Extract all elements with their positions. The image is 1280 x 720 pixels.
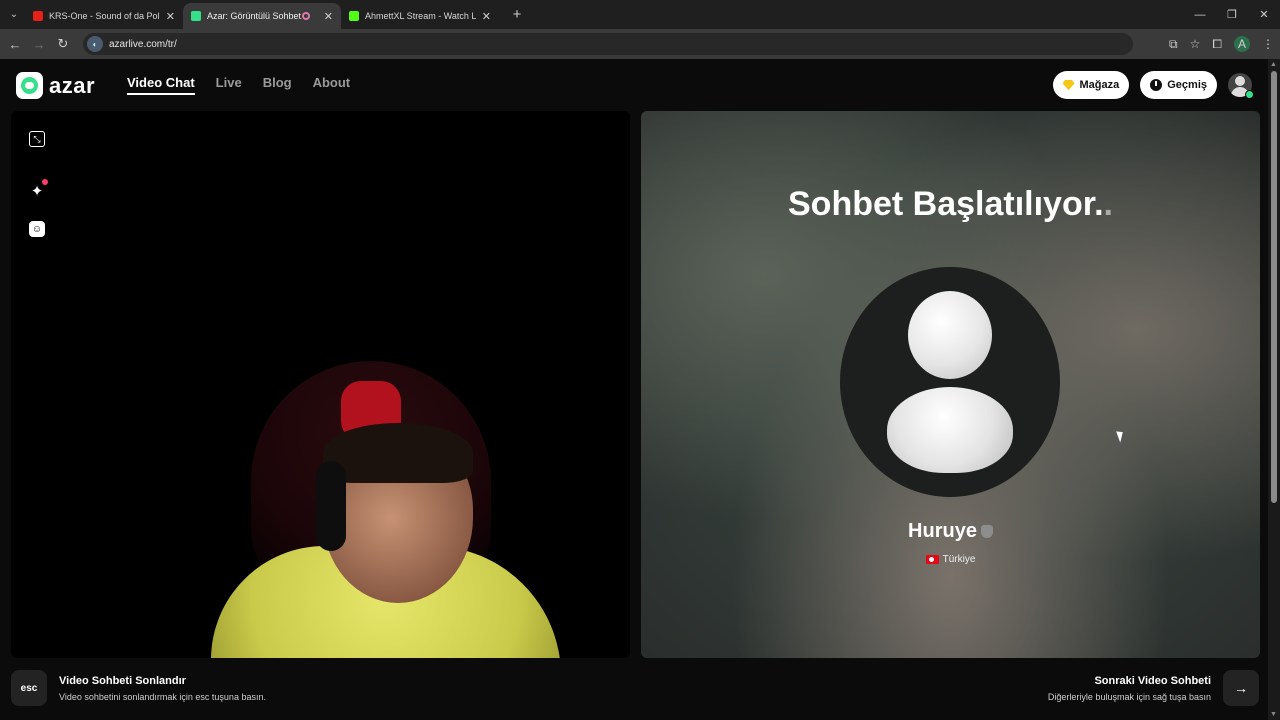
remote-avatar-placeholder-icon [840, 267, 1060, 497]
tab-close-icon[interactable]: ✕ [166, 10, 175, 23]
connection-status: Sohbet Başlatılıyor.. [788, 185, 1113, 223]
scroll-down-icon[interactable]: ▼ [1270, 711, 1277, 718]
azar-favicon-icon [191, 11, 201, 21]
page-scrollbar[interactable]: ▲ ▼ [1268, 59, 1280, 720]
online-badge [1245, 90, 1254, 99]
verified-shield-icon [980, 525, 993, 539]
clock-icon [1150, 79, 1163, 91]
bookmark-star-icon[interactable]: ☆ [1190, 37, 1201, 51]
extensions-puzzle-icon[interactable]: ⧠ [1212, 37, 1222, 52]
new-tab-plus-icon[interactable]: + [507, 6, 527, 23]
nav-about[interactable]: About [313, 75, 351, 95]
remote-username: Huruye [641, 520, 1260, 543]
browser-tabbar: ⌄ KRS-One - Sound of da Police ( ✕ Azar:… [0, 0, 1280, 29]
url-text: azarlive.com/tr/ [109, 38, 177, 50]
profile-avatar[interactable]: A [1234, 36, 1250, 52]
browser-tab-2[interactable]: Azar: Görüntülü Sohbet, Ar ✕ [183, 3, 341, 29]
toolbar-actions: ⧉ ☆ ⧠ A ⋮ [1169, 29, 1274, 59]
store-button[interactable]: Mağaza [1052, 71, 1130, 99]
scrollbar-thumb[interactable] [1271, 71, 1277, 503]
azar-logo[interactable]: azar [16, 72, 95, 99]
youtube-favicon-icon [33, 11, 43, 21]
local-camera-feed [191, 361, 571, 658]
kick-favicon-icon [349, 11, 359, 21]
azar-logo-icon [16, 72, 43, 99]
tab-close-icon[interactable]: ✕ [482, 10, 491, 23]
browser-tab-1[interactable]: KRS-One - Sound of da Police ( ✕ [25, 3, 183, 29]
forward-arrow-icon[interactable]: → [27, 37, 51, 52]
face-filter-icon[interactable]: ☺ [29, 221, 45, 237]
tab-title: AhmettXL Stream - Watch Live [365, 11, 476, 21]
nav-video-chat[interactable]: Video Chat [127, 75, 195, 95]
minimize-video-icon[interactable]: ⤡ [29, 131, 45, 147]
history-label: Geçmiş [1167, 79, 1207, 91]
page: azar Video Chat Live Blog About Mağaza G… [0, 59, 1268, 720]
browser-tab-3[interactable]: AhmettXL Stream - Watch Live ✕ [341, 3, 499, 29]
next-chat-arrow-button[interactable]: → [1223, 670, 1259, 706]
remote-country: Türkiye [641, 554, 1260, 565]
more-menu-icon[interactable]: ⋮ [1262, 37, 1274, 51]
store-label: Mağaza [1079, 79, 1120, 91]
close-window-icon[interactable]: ✕ [1248, 8, 1280, 21]
end-chat-title: Video Sohbeti Sonlandır [59, 675, 186, 687]
recording-indicator-icon [301, 12, 310, 20]
bottom-controls: esc Video Sohbeti Sonlandır Video sohbet… [0, 665, 1268, 720]
site-header: azar Video Chat Live Blog About Mağaza G… [0, 59, 1268, 111]
logo-text: azar [49, 72, 96, 98]
minimize-window-icon[interactable]: — [1184, 9, 1216, 21]
tab-search-chevron-icon[interactable]: ⌄ [3, 4, 25, 26]
address-bar[interactable]: ◐ azarlive.com/tr/ [83, 33, 1133, 55]
turkey-flag-icon [925, 554, 939, 564]
window-controls: — ❐ ✕ [1184, 0, 1280, 29]
tab-title: KRS-One - Sound of da Police ( [49, 11, 160, 21]
next-chat-subtitle: Diğerleriyle buluşmak için sağ tuşa bası… [1047, 692, 1211, 702]
nav-live[interactable]: Live [216, 75, 242, 95]
end-chat-esc-button[interactable]: esc [11, 670, 47, 706]
end-chat-subtitle: Video sohbetini sonlandırmak için esc tu… [59, 692, 266, 702]
tab-close-icon[interactable]: ✕ [324, 10, 333, 23]
scroll-up-icon[interactable]: ▲ [1270, 61, 1277, 68]
main-nav: Video Chat Live Blog About [127, 75, 350, 95]
mouse-cursor-icon [1116, 429, 1126, 443]
history-button[interactable]: Geçmiş [1140, 71, 1217, 99]
browser-toolbar: ← → ↻ ◐ azarlive.com/tr/ ⧉ ☆ ⧠ A ⋮ [0, 29, 1280, 59]
effects-sparkle-icon[interactable]: ✦ [29, 179, 48, 200]
back-arrow-icon[interactable]: ← [3, 37, 27, 52]
site-info-icon[interactable]: ◐ [87, 36, 103, 52]
tab-title: Azar: Görüntülü Sohbet, Ar [207, 11, 302, 21]
next-chat-title: Sonraki Video Sohbeti [1094, 675, 1211, 687]
header-actions: Mağaza Geçmiş [1052, 71, 1254, 99]
notification-dot [42, 179, 48, 185]
user-avatar-button[interactable] [1228, 73, 1254, 99]
gem-icon [1062, 80, 1075, 90]
reload-icon[interactable]: ↻ [51, 36, 75, 52]
nav-blog[interactable]: Blog [263, 75, 292, 95]
cast-icon[interactable]: ⧉ [1169, 37, 1178, 52]
remote-video-panel: Sohbet Başlatılıyor.. Huruye Türkiye [641, 111, 1260, 658]
local-video-panel: ⤡ ✦ ☺ [11, 111, 630, 658]
restore-window-icon[interactable]: ❐ [1216, 8, 1248, 21]
